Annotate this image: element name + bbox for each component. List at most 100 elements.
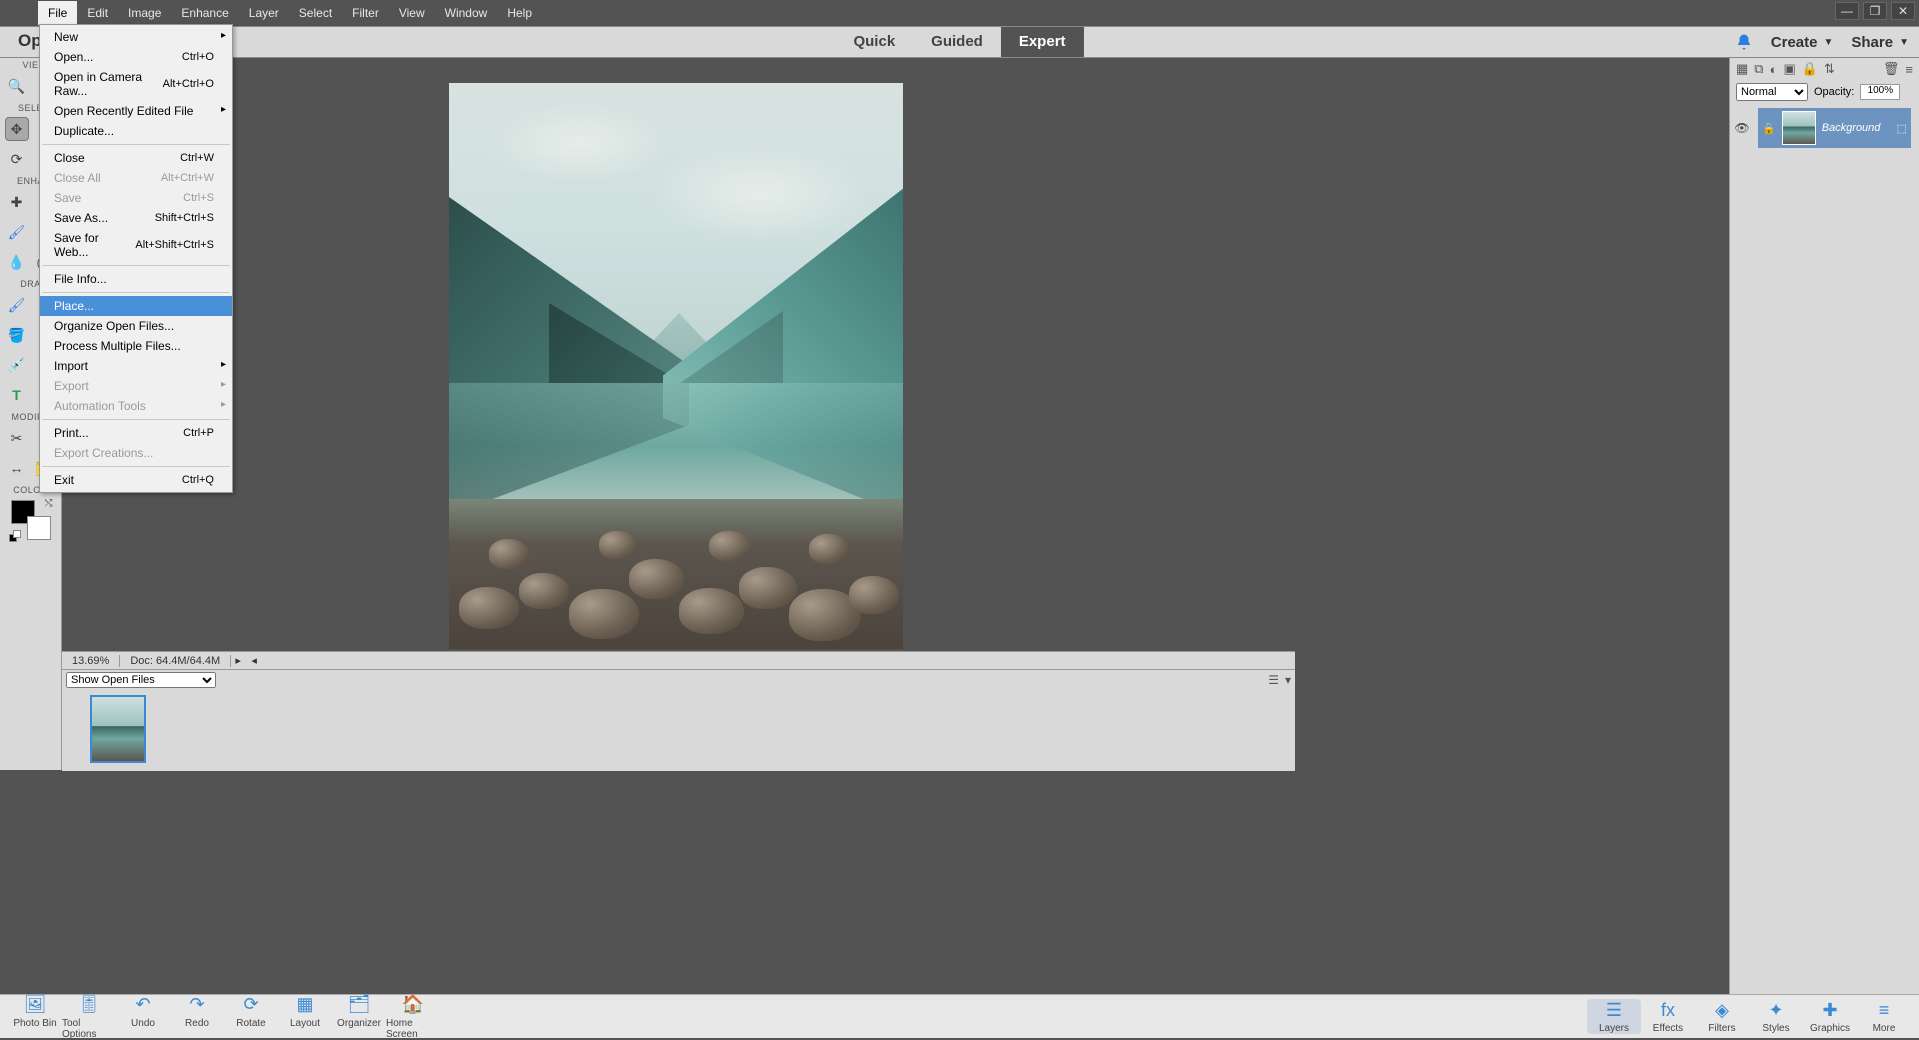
- link-icon[interactable]: ⇅: [1824, 61, 1835, 77]
- menu-file[interactable]: File: [38, 1, 77, 25]
- menu-item-open-in-camera-raw[interactable]: Open in Camera Raw...Alt+Ctrl+O: [40, 67, 232, 101]
- bottom-photo-bin[interactable]: 🖼Photo Bin: [8, 994, 62, 1040]
- bin-grid-icon[interactable]: ☰: [1268, 673, 1279, 687]
- bottom-rotate[interactable]: ⟳Rotate: [224, 994, 278, 1040]
- menu-filter[interactable]: Filter: [342, 1, 389, 25]
- status-menu-arrow[interactable]: ▸: [231, 654, 245, 667]
- healing-tool[interactable]: ✚: [5, 190, 29, 214]
- share-label: Share: [1851, 34, 1893, 51]
- menu-item-import[interactable]: Import: [40, 356, 232, 376]
- bottom-tool-options[interactable]: 🎚Tool Options: [62, 994, 116, 1040]
- menu-item-process-multiple-files[interactable]: Process Multiple Files...: [40, 336, 232, 356]
- zoom-tool[interactable]: 🔍: [5, 74, 29, 98]
- mode-tab-guided[interactable]: Guided: [913, 27, 1001, 57]
- bottom-undo[interactable]: ↶Undo: [116, 994, 170, 1040]
- bin-filter-select[interactable]: Show Open Files: [66, 672, 216, 688]
- smart-brush-tool[interactable]: 🖌: [5, 220, 29, 244]
- type-tool[interactable]: T: [5, 383, 29, 407]
- menu-window[interactable]: Window: [435, 1, 498, 25]
- bottom-layout[interactable]: ▦Layout: [278, 994, 332, 1040]
- menu-item-exit[interactable]: ExitCtrl+Q: [40, 470, 232, 490]
- layer-row[interactable]: 🔒 Background ⬚: [1758, 108, 1911, 148]
- bottom-more[interactable]: ≡More: [1857, 999, 1911, 1034]
- layer-visibility-toggle[interactable]: 👁: [1734, 121, 1750, 135]
- move-tool[interactable]: ✥: [5, 117, 29, 141]
- panel-menu-icon[interactable]: ≡: [1905, 62, 1913, 77]
- bottom-styles[interactable]: ✦Styles: [1749, 999, 1803, 1034]
- create-menu[interactable]: Create▼: [1771, 34, 1834, 51]
- close-button[interactable]: ✕: [1891, 2, 1915, 20]
- mode-tab-quick[interactable]: Quick: [835, 27, 913, 57]
- content-move-tool[interactable]: ↔: [5, 456, 29, 480]
- doc-size[interactable]: Doc: 64.4M/64.4M: [120, 655, 231, 667]
- eyedropper-tool[interactable]: 💉: [5, 353, 29, 377]
- new-group-icon[interactable]: ⧉: [1754, 61, 1763, 77]
- lasso-tool[interactable]: ⟳: [5, 147, 29, 171]
- bottom-filters[interactable]: ◈Filters: [1695, 999, 1749, 1034]
- layers-icon: ☰: [1603, 999, 1625, 1021]
- menu-item-save-for-web[interactable]: Save for Web...Alt+Shift+Ctrl+S: [40, 228, 232, 262]
- bottom-organizer[interactable]: 🗂Organizer: [332, 994, 386, 1040]
- bin-thumbnail[interactable]: [90, 695, 146, 763]
- menu-item-place[interactable]: Place...: [40, 296, 232, 316]
- color-swatches[interactable]: ⤭: [11, 500, 51, 540]
- lock-icon[interactable]: 🔒: [1802, 61, 1818, 77]
- layers-panel: ▦ ⧉ ◐ ▣ 🔒 ⇅ 🗑 ≡ Normal Opacity: 100% 👁 🔒…: [1729, 58, 1919, 994]
- menu-layer[interactable]: Layer: [239, 1, 289, 25]
- zoom-level[interactable]: 13.69%: [62, 655, 120, 667]
- menu-item-organize-open-files[interactable]: Organize Open Files...: [40, 316, 232, 336]
- more-icon: ≡: [1873, 999, 1895, 1021]
- menu-item-save-as[interactable]: Save As...Shift+Ctrl+S: [40, 208, 232, 228]
- menu-item-close[interactable]: CloseCtrl+W: [40, 148, 232, 168]
- crop-tool[interactable]: ✂: [5, 426, 29, 450]
- bottom-effects[interactable]: fxEffects: [1641, 999, 1695, 1034]
- menu-help[interactable]: Help: [497, 1, 542, 25]
- maximize-button[interactable]: ❐: [1863, 2, 1887, 20]
- organizer-icon: 🗂: [348, 994, 370, 1016]
- mode-tab-expert[interactable]: Expert: [1001, 27, 1084, 57]
- photo-bin-bar: Show Open Files ☰ ▾: [62, 669, 1295, 689]
- bottom-layers[interactable]: ☰Layers: [1587, 999, 1641, 1034]
- bottom-home-screen[interactable]: 🏠Home Screen: [386, 994, 440, 1040]
- menu-bar: FileEditImageEnhanceLayerSelectFilterVie…: [0, 0, 1919, 26]
- photo-bin-icon: 🖼: [24, 994, 46, 1016]
- bin-menu-arrow[interactable]: ▾: [1285, 673, 1291, 687]
- status-bar: 13.69% Doc: 64.4M/64.4M ▸ ◂: [62, 651, 1295, 669]
- menu-enhance[interactable]: Enhance: [171, 1, 238, 25]
- menu-item-export-creations: Export Creations...: [40, 443, 232, 463]
- paint-bucket-tool[interactable]: 🪣: [5, 323, 29, 347]
- menu-select[interactable]: Select: [289, 1, 342, 25]
- blur-tool[interactable]: 💧: [5, 250, 29, 274]
- menu-item-print[interactable]: Print...Ctrl+P: [40, 423, 232, 443]
- new-layer-icon[interactable]: ▦: [1736, 61, 1748, 77]
- menu-item-file-info[interactable]: File Info...: [40, 269, 232, 289]
- document-canvas[interactable]: [449, 83, 903, 649]
- menu-image[interactable]: Image: [118, 1, 171, 25]
- opacity-label: Opacity:: [1814, 86, 1854, 98]
- background-color[interactable]: [27, 516, 51, 540]
- menu-edit[interactable]: Edit: [77, 1, 118, 25]
- menu-item-duplicate[interactable]: Duplicate...: [40, 121, 232, 141]
- opacity-value[interactable]: 100%: [1860, 84, 1900, 100]
- trash-icon[interactable]: 🗑: [1883, 61, 1900, 77]
- effects-icon: fx: [1657, 999, 1679, 1021]
- mask-icon[interactable]: ▣: [1783, 61, 1795, 77]
- menu-item-open[interactable]: Open...Ctrl+O: [40, 47, 232, 67]
- minimize-button[interactable]: —: [1835, 2, 1859, 20]
- menu-item-new[interactable]: New: [40, 27, 232, 47]
- brush-tool[interactable]: 🖌: [5, 293, 29, 317]
- bottom-redo[interactable]: ↷Redo: [170, 994, 224, 1040]
- share-menu[interactable]: Share▼: [1851, 34, 1909, 51]
- hscroll-left[interactable]: ◂: [247, 654, 261, 667]
- menu-view[interactable]: View: [389, 1, 435, 25]
- redo-icon: ↷: [186, 994, 208, 1016]
- blend-mode-select[interactable]: Normal: [1736, 83, 1808, 101]
- bottom-graphics[interactable]: ✚Graphics: [1803, 999, 1857, 1034]
- adjustment-icon[interactable]: ◐: [1770, 62, 1778, 77]
- swap-colors-icon[interactable]: ⤭: [45, 498, 53, 509]
- layer-thumbnail: [1782, 111, 1816, 145]
- undo-icon: ↶: [132, 994, 154, 1016]
- menu-item-open-recently-edited-file[interactable]: Open Recently Edited File: [40, 101, 232, 121]
- default-colors-icon[interactable]: [11, 530, 21, 540]
- notifications-icon[interactable]: [1735, 33, 1753, 51]
